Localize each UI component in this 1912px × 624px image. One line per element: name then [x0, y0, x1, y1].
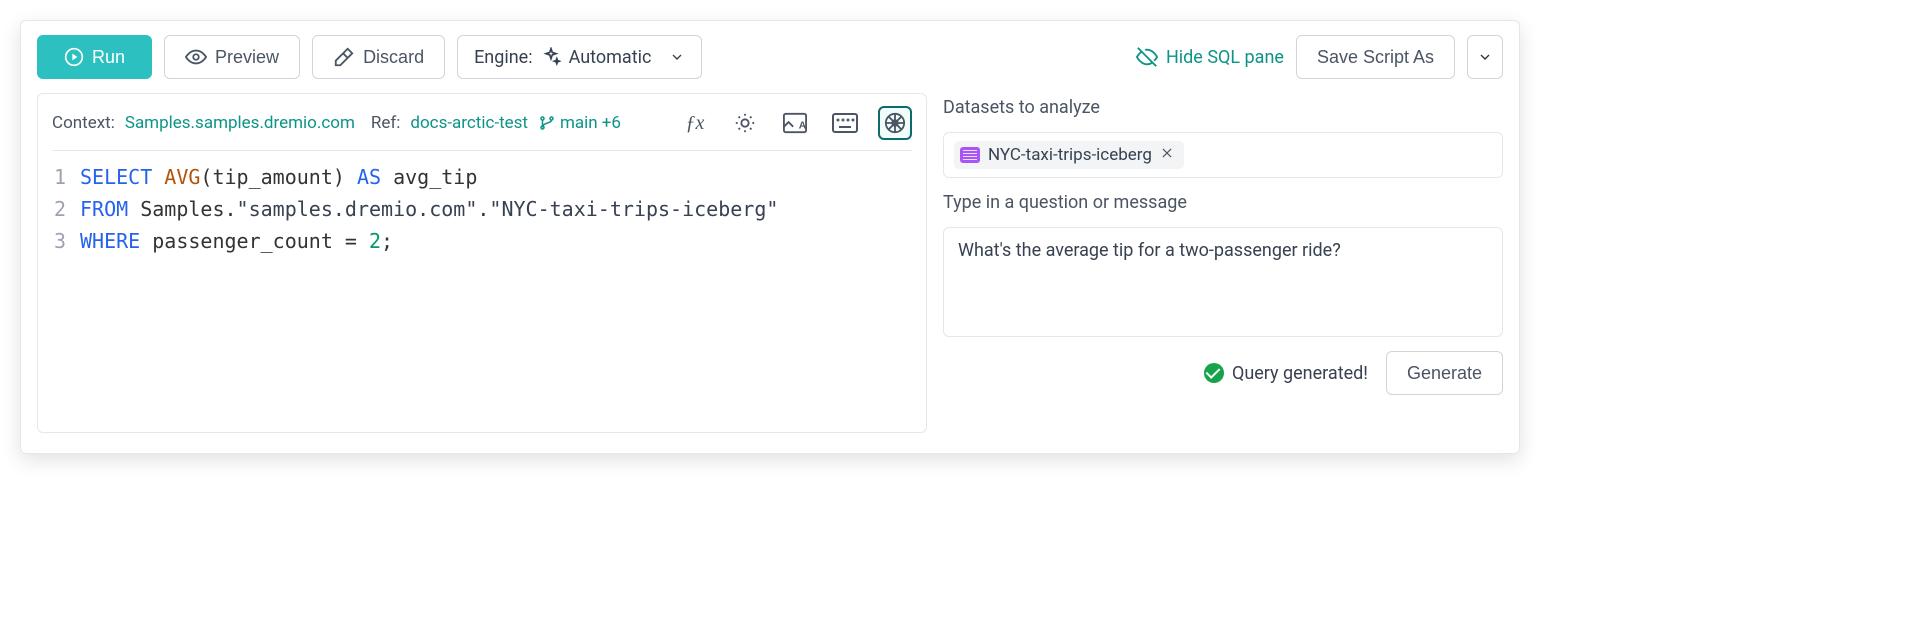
eraser-icon	[333, 46, 355, 68]
run-button[interactable]: Run	[37, 35, 152, 79]
context-label: Context:	[52, 113, 115, 133]
engine-value: Automatic	[569, 47, 652, 68]
sql-panel: Run Preview Discard Engine: Automatic Hi…	[20, 20, 1520, 454]
question-value: What's the average tip for a two-passeng…	[958, 240, 1341, 261]
engine-select[interactable]: Engine: Automatic	[457, 35, 702, 79]
save-script-label: Save Script As	[1317, 47, 1434, 68]
ai-side-panel: Datasets to analyze NYC-taxi-trips-icebe…	[943, 93, 1503, 433]
autocomplete-button[interactable]: A	[778, 106, 812, 140]
sun-icon	[734, 112, 756, 134]
branch-label: main	[560, 113, 598, 133]
datasets-input[interactable]: NYC-taxi-trips-iceberg	[943, 132, 1503, 178]
remove-chip-button[interactable]	[1160, 145, 1174, 165]
ref-value[interactable]: docs-arctic-test	[410, 113, 528, 133]
code-line: 3WHERE passenger_count = 2;	[52, 225, 912, 257]
dataset-icon	[960, 147, 980, 163]
branch-icon	[538, 114, 556, 132]
ai-wheel-icon	[884, 112, 906, 134]
branch-selector[interactable]: main +6	[538, 113, 621, 133]
chevron-down-icon	[669, 49, 685, 65]
line-content: SELECT AVG(tip_amount) AS avg_tip	[80, 161, 477, 193]
check-icon	[1204, 363, 1224, 383]
save-script-dropdown[interactable]	[1467, 35, 1503, 79]
eye-icon	[185, 46, 207, 68]
ai-assistant-button[interactable]	[878, 106, 912, 140]
fx-function-button[interactable]: ƒx	[678, 106, 712, 140]
dataset-chip-label: NYC-taxi-trips-iceberg	[988, 145, 1152, 165]
context-path[interactable]: Samples.samples.dremio.com	[125, 113, 355, 133]
preview-button[interactable]: Preview	[164, 35, 300, 79]
branch-extra: +6	[602, 113, 621, 133]
discard-button[interactable]: Discard	[312, 35, 445, 79]
svg-text:A: A	[799, 121, 807, 132]
keyboard-icon	[832, 113, 858, 133]
datasets-label: Datasets to analyze	[943, 97, 1503, 118]
generate-label: Generate	[1407, 363, 1482, 384]
sql-editor[interactable]: 1SELECT AVG(tip_amount) AS avg_tip2FROM …	[52, 161, 912, 257]
save-script-button[interactable]: Save Script As	[1296, 35, 1455, 79]
image-a-icon: A	[783, 112, 807, 134]
chevron-down-icon	[1477, 49, 1493, 65]
line-number: 1	[52, 161, 80, 193]
code-line: 2FROM Samples."samples.dremio.com"."NYC-…	[52, 193, 912, 225]
code-line: 1SELECT AVG(tip_amount) AS avg_tip	[52, 161, 912, 193]
discard-label: Discard	[363, 47, 424, 68]
hide-sql-label: Hide SQL pane	[1166, 47, 1284, 68]
body-row: Context: Samples.samples.dremio.com Ref:…	[37, 93, 1503, 433]
line-content: WHERE passenger_count = 2;	[80, 225, 393, 257]
dataset-chip: NYC-taxi-trips-iceberg	[954, 141, 1184, 169]
run-label: Run	[92, 47, 125, 68]
ref-label: Ref:	[371, 113, 401, 133]
line-number: 3	[52, 225, 80, 257]
sparkle-icon	[541, 47, 561, 67]
question-textarea[interactable]: What's the average tip for a two-passeng…	[943, 227, 1503, 337]
line-content: FROM Samples."samples.dremio.com"."NYC-t…	[80, 193, 778, 225]
close-icon	[1160, 146, 1174, 160]
status-text: Query generated!	[1232, 363, 1368, 384]
preview-label: Preview	[215, 47, 279, 68]
line-number: 2	[52, 193, 80, 225]
theme-toggle-button[interactable]	[728, 106, 762, 140]
status-message: Query generated!	[1204, 363, 1368, 384]
toolbar: Run Preview Discard Engine: Automatic Hi…	[37, 35, 1503, 79]
engine-label-prefix: Engine:	[474, 47, 533, 68]
keyboard-shortcuts-button[interactable]	[828, 106, 862, 140]
side-footer: Query generated! Generate	[943, 351, 1503, 395]
eye-off-icon	[1136, 46, 1158, 68]
hide-sql-pane-link[interactable]: Hide SQL pane	[1136, 46, 1284, 68]
editor-column: Context: Samples.samples.dremio.com Ref:…	[37, 93, 927, 433]
generate-button[interactable]: Generate	[1386, 351, 1503, 395]
play-icon	[64, 47, 84, 67]
context-bar: Context: Samples.samples.dremio.com Ref:…	[52, 106, 912, 151]
question-label: Type in a question or message	[943, 192, 1503, 213]
